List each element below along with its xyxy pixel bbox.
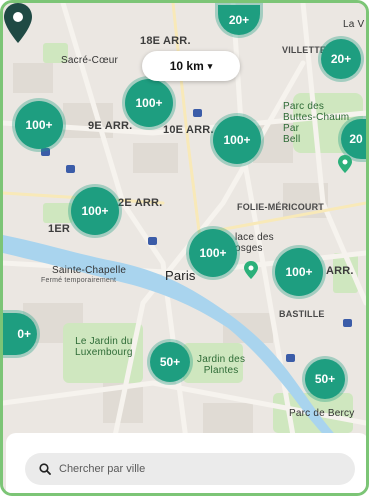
jardin-luxembourg-label: Le Jardin du Luxembourg bbox=[75, 336, 133, 358]
map-cluster-marker[interactable]: 100+ bbox=[15, 101, 63, 149]
radius-selector-button[interactable]: 10 km ▾ bbox=[142, 51, 240, 81]
metro-icon bbox=[343, 319, 352, 327]
arr-18-label: 18E ARR. bbox=[140, 35, 191, 47]
search-icon bbox=[39, 463, 51, 475]
location-pin-icon[interactable] bbox=[3, 3, 33, 43]
map-cluster-marker[interactable]: 50+ bbox=[150, 342, 190, 382]
chevron-down-icon: ▾ bbox=[207, 60, 213, 71]
park-poi-icon[interactable] bbox=[338, 155, 352, 173]
arr-1-label: 1ER bbox=[48, 223, 70, 235]
metro-icon bbox=[41, 148, 50, 156]
search-placeholder: Chercher par ville bbox=[59, 463, 146, 475]
map-cluster-marker[interactable]: 100+ bbox=[125, 79, 173, 127]
sainte-chapelle-label: Sainte-Chapelle bbox=[52, 265, 127, 276]
folie-mericourt-label: FOLIE-MÉRICOURT bbox=[237, 202, 324, 212]
parc-bercy-label: Parc de Bercy bbox=[289, 408, 355, 419]
arr-2-label: 2E ARR. bbox=[118, 197, 163, 209]
park-poi-icon[interactable] bbox=[244, 261, 258, 279]
map-cluster-marker[interactable]: 20+ bbox=[321, 39, 361, 79]
search-panel: Chercher par ville bbox=[6, 433, 366, 493]
metro-icon bbox=[66, 165, 75, 173]
map-cluster-marker[interactable]: 100+ bbox=[71, 187, 119, 235]
arr-10-label: 10E ARR. bbox=[163, 124, 214, 136]
jardin-plantes-label: Jardin des Plantes bbox=[197, 354, 246, 376]
place-des-vosges-label: lace des osges bbox=[235, 232, 274, 254]
map-cluster-marker[interactable]: 100+ bbox=[275, 248, 323, 296]
arr-9-label: 9E ARR. bbox=[88, 120, 133, 132]
search-input[interactable]: Chercher par ville bbox=[25, 453, 355, 485]
metro-icon bbox=[148, 237, 157, 245]
app-frame: 18E ARR. VILLETTE La V Sacré-Cœur 9E ARR… bbox=[0, 0, 369, 496]
map-cluster-marker[interactable]: 100+ bbox=[189, 229, 237, 277]
city-label: Paris bbox=[165, 268, 196, 283]
villette-label: VILLETTE bbox=[282, 45, 327, 55]
radius-label: 10 km bbox=[169, 59, 204, 73]
sacre-coeur-label: Sacré-Cœur bbox=[61, 55, 119, 66]
metro-icon bbox=[193, 109, 202, 117]
la-villette-label: La V bbox=[343, 19, 365, 30]
arr-label-right: ARR. bbox=[326, 265, 354, 277]
map-cluster-marker[interactable]: 50+ bbox=[305, 359, 345, 399]
bastille-label: BASTILLE bbox=[279, 309, 325, 319]
sainte-chapelle-status: Fermé temporairement bbox=[41, 277, 117, 284]
parc-buttes-label: Parc des Buttes-Chaum Par Bell bbox=[283, 101, 350, 145]
map-view[interactable]: 18E ARR. VILLETTE La V Sacré-Cœur 9E ARR… bbox=[3, 3, 366, 493]
map-cluster-marker[interactable]: 100+ bbox=[213, 116, 261, 164]
metro-icon bbox=[286, 354, 295, 362]
